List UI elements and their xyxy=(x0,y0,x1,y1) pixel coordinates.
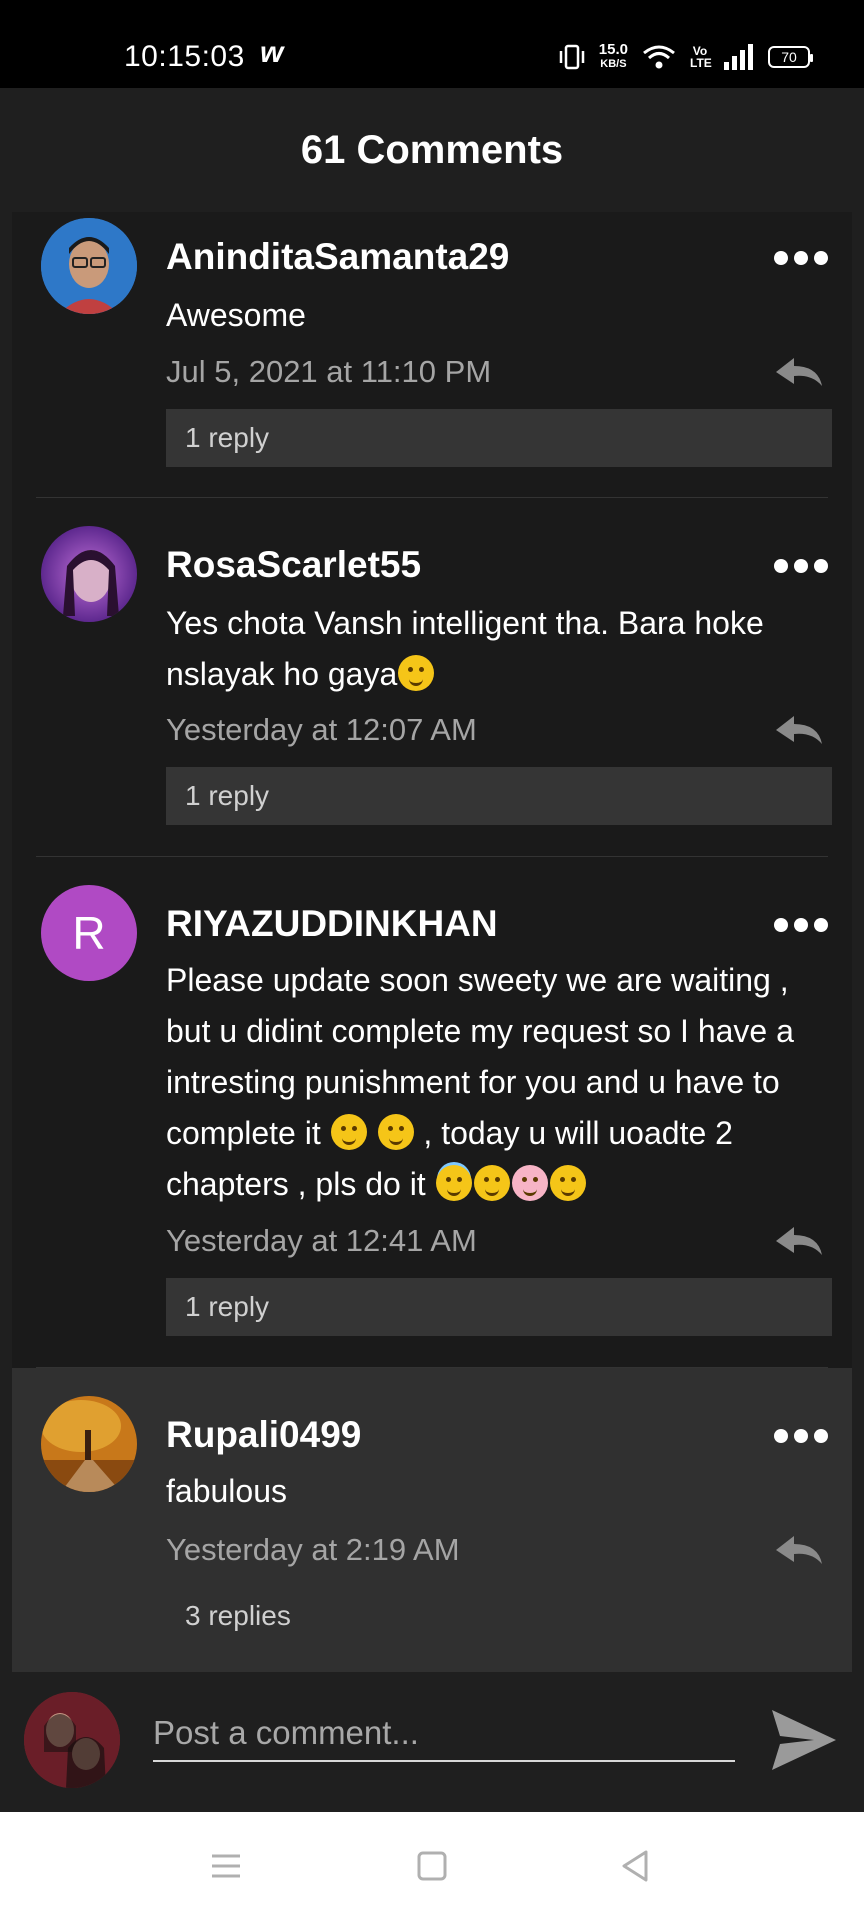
comment-username[interactable]: AninditaSamanta29 xyxy=(166,236,509,278)
reply-icon[interactable] xyxy=(774,1225,824,1257)
volte-label: Vo LTE xyxy=(690,44,712,70)
comment-text: Awesome xyxy=(166,297,306,333)
signal-icon xyxy=(724,44,753,70)
comment-username[interactable]: Rupali0499 xyxy=(166,1414,361,1456)
kissing-emoji-icon xyxy=(473,1165,510,1201)
comment-list[interactable]: AninditaSamanta29 Awesome Jul 5, 2021 at… xyxy=(12,212,852,1672)
comment-item: AninditaSamanta29 Awesome Jul 5, 2021 at… xyxy=(12,212,852,497)
smiling-hearts-emoji-icon xyxy=(511,1165,548,1201)
view-replies-button[interactable]: 3 replies xyxy=(166,1587,832,1645)
view-replies-button[interactable]: 1 reply xyxy=(166,767,832,825)
current-user-avatar[interactable] xyxy=(24,1692,120,1788)
autumn-tree-photo-icon xyxy=(41,1396,137,1492)
user-photo-icon xyxy=(24,1692,120,1788)
reply-icon[interactable] xyxy=(774,714,824,746)
reply-icon[interactable] xyxy=(774,356,824,388)
avatar[interactable] xyxy=(41,218,137,314)
menu-icon[interactable] xyxy=(206,1846,246,1886)
vibrate-icon xyxy=(559,44,585,70)
comment-input[interactable] xyxy=(153,1712,735,1762)
status-time: 10:15:03 xyxy=(124,40,245,73)
reply-icon[interactable] xyxy=(774,1534,824,1566)
comments-header: 61 Comments xyxy=(0,88,864,212)
comment-username[interactable]: RIYAZUDDINKHAN xyxy=(166,903,498,945)
home-icon[interactable] xyxy=(412,1846,452,1886)
pleading-emoji-icon xyxy=(549,1165,586,1201)
system-nav-bar xyxy=(0,1812,864,1920)
more-options-button[interactable] xyxy=(774,556,828,576)
avatar[interactable] xyxy=(41,1396,137,1492)
comment-date: Yesterday at 12:07 AM xyxy=(166,712,477,747)
avatar[interactable]: R xyxy=(41,885,137,981)
view-replies-button[interactable]: 1 reply xyxy=(166,1278,832,1336)
avatar[interactable] xyxy=(41,526,137,622)
comment-item-highlighted: Rupali0499 fabulous Yesterday at 2:19 AM… xyxy=(12,1368,852,1672)
status-bar: 10:15:03 w 15.0 KB/S Vo LTE 70 xyxy=(0,0,864,88)
send-icon[interactable] xyxy=(770,1708,838,1772)
page-title: 61 Comments xyxy=(300,127,564,172)
status-icons: 15.0 KB/S Vo LTE 70 xyxy=(559,40,813,74)
comment-text: Yes chota Vansh intelligent tha. Bara ho… xyxy=(166,598,836,700)
more-options-button[interactable] xyxy=(774,915,828,935)
battery-icon: 70 xyxy=(768,46,813,68)
comment-text: Please update soon sweety we are waiting… xyxy=(166,955,836,1210)
comment-date: Jul 5, 2021 at 11:10 PM xyxy=(166,354,492,389)
comment-date: Yesterday at 12:41 AM xyxy=(166,1223,477,1258)
comment-text-body: Yes chota Vansh intelligent tha. Bara ho… xyxy=(166,605,764,692)
kissing-emoji-icon xyxy=(377,1114,414,1150)
more-options-button[interactable] xyxy=(774,1426,828,1446)
more-options-button[interactable] xyxy=(774,248,828,268)
crying-laughing-emoji-icon xyxy=(330,1114,367,1150)
comment-text: fabulous xyxy=(166,1473,287,1509)
user-photo-icon xyxy=(41,526,137,622)
view-replies-button[interactable]: 1 reply xyxy=(166,409,832,467)
app-notification-icon: w xyxy=(260,36,284,69)
network-speed: 15.0 KB/S xyxy=(598,41,628,70)
user-photo-icon xyxy=(41,218,137,314)
comment-username[interactable]: RosaScarlet55 xyxy=(166,544,421,586)
laughing-emoji-icon xyxy=(398,655,435,691)
back-icon[interactable] xyxy=(616,1846,656,1886)
comment-date: Yesterday at 2:19 AM xyxy=(166,1532,460,1567)
comment-item: RosaScarlet55 Yes chota Vansh intelligen… xyxy=(12,498,852,856)
comment-item: R RIYAZUDDINKHAN Please update soon swee… xyxy=(12,857,852,1367)
wifi-icon xyxy=(643,45,675,69)
comment-composer xyxy=(0,1672,864,1812)
halo-emoji-icon xyxy=(435,1165,472,1201)
